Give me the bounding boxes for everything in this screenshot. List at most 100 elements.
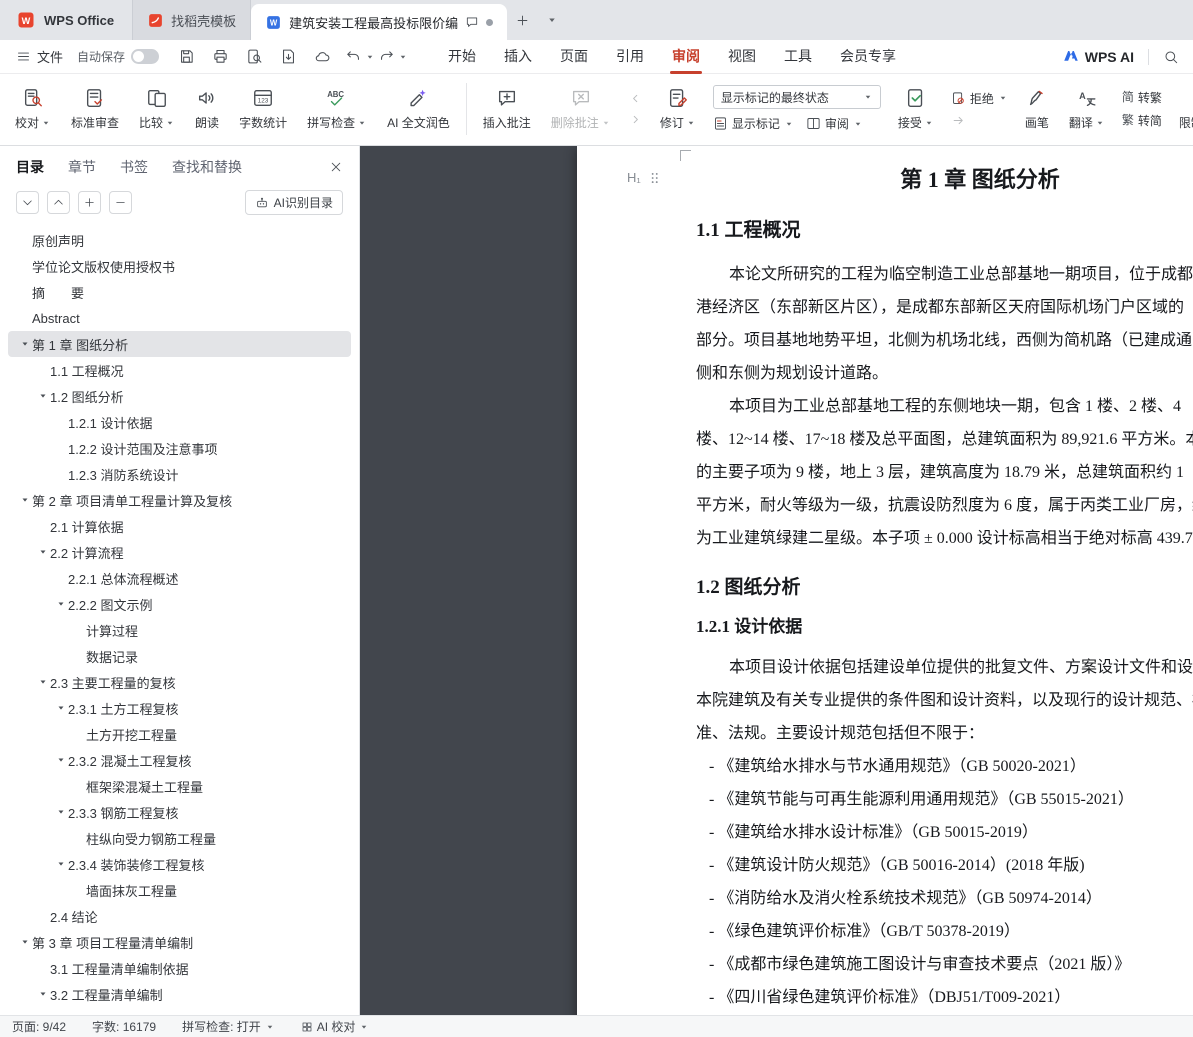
menu-tab-7[interactable]: 工具 <box>770 40 826 74</box>
toc-item[interactable]: 第 1 章 图纸分析 <box>8 331 351 357</box>
toc-collapse-caret-icon[interactable] <box>36 675 50 689</box>
wps-home-tab[interactable]: W WPS Office <box>6 0 132 40</box>
toc-item[interactable]: 2.2.2 图文示例 <box>8 591 351 617</box>
status-word-count[interactable]: 字数: 16179 <box>92 1018 156 1035</box>
toc-collapse-caret-icon[interactable] <box>18 337 32 351</box>
ribbon-button-proofread[interactable]: 校对 <box>8 83 58 134</box>
sidebar-close-icon[interactable] <box>329 160 343 174</box>
toc-chevron-up-button[interactable] <box>47 191 70 214</box>
menu-tab-8[interactable]: 会员专享 <box>826 40 910 74</box>
sidebar-tab-3[interactable]: 书签 <box>120 157 148 177</box>
toc-chevron-down-button[interactable] <box>16 191 39 214</box>
menu-tab-1[interactable]: 开始 <box>434 40 490 74</box>
toc-item[interactable]: 2.3.4 装饰装修工程复核 <box>8 851 351 877</box>
export-pdf-icon[interactable] <box>277 46 299 68</box>
sidebar-tab-2[interactable]: 章节 <box>68 157 96 177</box>
redo-button[interactable] <box>378 48 395 65</box>
print-preview-icon[interactable] <box>243 46 265 68</box>
toc-item[interactable]: 原创声明 <box>8 227 351 253</box>
toc-item[interactable]: 框架梁混凝土工程量 <box>8 773 351 799</box>
toc-item[interactable]: Abstract <box>8 305 351 331</box>
toc-item[interactable]: 第 2 章 项目清单工程量计算及复核 <box>8 487 351 513</box>
toc-item[interactable]: 2.2 计算流程 <box>8 539 351 565</box>
toc-collapse-caret-icon[interactable] <box>18 493 32 507</box>
status-page-number[interactable]: 页面: 9/42 <box>12 1018 66 1035</box>
toc-item[interactable]: 数据记录 <box>8 643 351 669</box>
menu-tab-2[interactable]: 插入 <box>490 40 546 74</box>
toc-collapse-caret-icon[interactable] <box>36 987 50 1001</box>
ribbon-button-track-changes[interactable]: 修订 <box>653 83 703 134</box>
ribbon-mini-convert[interactable]: 简转繁 <box>1122 89 1162 106</box>
toc-item[interactable]: 柱纵向受力钢筋工程量 <box>8 825 351 851</box>
ribbon-mini-next-comment[interactable] <box>628 112 643 127</box>
toc-item[interactable]: 土方开挖工程量 <box>8 721 351 747</box>
drag-handle-icon[interactable] <box>648 171 662 185</box>
comment-badge-icon[interactable] <box>465 15 479 29</box>
toc-item[interactable]: 2.3.3 钢筋工程复核 <box>8 799 351 825</box>
ribbon-button-restrict-edit[interactable]: 限制编辑 <box>1172 83 1193 134</box>
toc-collapse-button[interactable] <box>109 191 132 214</box>
ribbon-button-ink-pen[interactable]: 画笔 <box>1018 83 1056 134</box>
sidebar-tab-1[interactable]: 目录 <box>16 157 44 177</box>
toc-item[interactable]: 2.4 结论 <box>8 903 351 929</box>
ribbon-button-read-aloud[interactable]: 朗读 <box>188 83 226 134</box>
undo-dropdown-caret[interactable] <box>365 52 375 62</box>
toc-item[interactable]: 2.3 主要工程量的复核 <box>8 669 351 695</box>
menu-tab-3[interactable]: 页面 <box>546 40 602 74</box>
toc-item[interactable]: 2.3.1 土方工程复核 <box>8 695 351 721</box>
toc-collapse-caret-icon[interactable] <box>54 857 68 871</box>
ribbon-mini-next-change[interactable] <box>951 113 1008 128</box>
ribbon-button-spell-check[interactable]: ABC拼写检查 <box>300 83 374 134</box>
autosave-toggle[interactable] <box>131 49 159 64</box>
ribbon-button-word-count[interactable]: 123字数统计 <box>232 83 294 134</box>
ribbon-button-delete-comment[interactable]: 删除批注 <box>544 83 618 134</box>
ribbon-button-ai-polish[interactable]: AI 全文润色 <box>380 83 457 134</box>
toc-item[interactable]: 摘 要 <box>8 279 351 305</box>
markup-state-combobox[interactable]: 显示标记的最终状态 <box>713 85 881 109</box>
wps-ai-button[interactable]: WPS AI <box>1062 48 1134 66</box>
tab-list-button[interactable] <box>537 0 567 40</box>
search-icon[interactable] <box>1163 49 1179 65</box>
toc-item[interactable]: 第 3 章 项目工程量清单编制 <box>8 929 351 955</box>
status-ai-proofread[interactable]: AI 校对 <box>301 1018 370 1035</box>
ribbon-button-insert-comment[interactable]: 插入批注 <box>476 83 538 134</box>
toc-item[interactable]: 计算过程 <box>8 617 351 643</box>
toc-collapse-caret-icon[interactable] <box>54 701 68 715</box>
toc-expand-button[interactable] <box>78 191 101 214</box>
ribbon-mini-reject[interactable]: 拒绝 <box>951 90 1008 107</box>
tab-current-document[interactable]: W 建筑安装工程最高投标限价编 <box>251 4 507 40</box>
ribbon-button-translate[interactable]: A翻译 <box>1062 83 1112 134</box>
toc-collapse-caret-icon[interactable] <box>54 597 68 611</box>
tab-docer-templates[interactable]: 找稻壳模板 <box>132 0 251 40</box>
toc-collapse-caret-icon[interactable] <box>54 805 68 819</box>
toc-item[interactable]: 2.1 计算依据 <box>8 513 351 539</box>
save-icon[interactable] <box>175 46 197 68</box>
menu-tab-6[interactable]: 视图 <box>714 40 770 74</box>
new-tab-button[interactable] <box>507 0 537 40</box>
toc-item[interactable]: 1.2 图纸分析 <box>8 383 351 409</box>
ribbon-button-standard-check[interactable]: 标准审查 <box>64 83 126 134</box>
ribbon-button-compare[interactable]: 比较 <box>132 83 182 134</box>
toc-item[interactable]: 1.1 工程概况 <box>8 357 351 383</box>
menu-tab-5[interactable]: 审阅 <box>658 40 714 74</box>
toc-item[interactable]: 1.2.1 设计依据 <box>8 409 351 435</box>
ribbon-mini-review-pane[interactable]: 审阅 <box>806 115 863 132</box>
toc-collapse-caret-icon[interactable] <box>36 545 50 559</box>
document-page[interactable]: H₁ 第 1 章 图纸分析1.1 工程概况本论文所研究的工程为临空制造工业总部基… <box>577 146 1193 1015</box>
redo-dropdown-caret[interactable] <box>398 52 408 62</box>
toc-item[interactable]: 3.2 工程量清单编制 <box>8 981 351 1007</box>
ai-recognize-toc-button[interactable]: AI识别目录 <box>245 190 343 215</box>
ribbon-mini-convert[interactable]: 繁转简 <box>1122 112 1162 129</box>
menu-tab-4[interactable]: 引用 <box>602 40 658 74</box>
cloud-icon[interactable] <box>311 46 333 68</box>
toc-item[interactable]: 3.1 工程量清单编制依据 <box>8 955 351 981</box>
ribbon-mini-prev-comment[interactable] <box>628 91 643 106</box>
file-menu-button[interactable]: 文件 <box>10 47 69 66</box>
toc-collapse-caret-icon[interactable] <box>54 753 68 767</box>
toc-item[interactable]: 墙面抹灰工程量 <box>8 877 351 903</box>
toc-item[interactable]: 学位论文版权使用授权书 <box>8 253 351 279</box>
sidebar-tab-4[interactable]: 查找和替换 <box>172 157 242 177</box>
toc-item[interactable]: 2.2.1 总体流程概述 <box>8 565 351 591</box>
toc-item[interactable]: 1.2.3 消防系统设计 <box>8 461 351 487</box>
toc-item[interactable]: 1.2.2 设计范围及注意事项 <box>8 435 351 461</box>
